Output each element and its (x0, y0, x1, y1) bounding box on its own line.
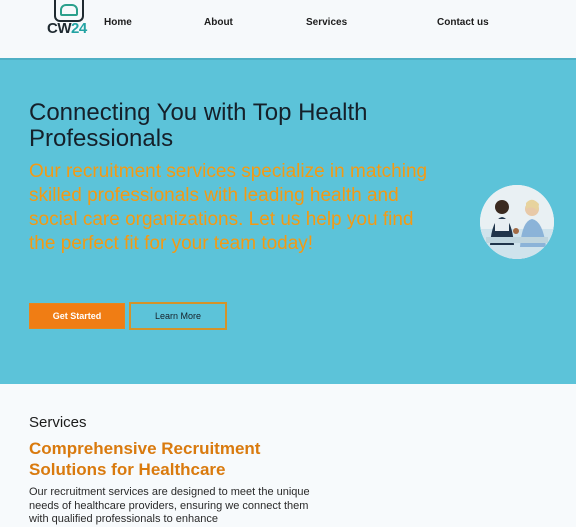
hero-section: Connecting You with Top Health Professio… (0, 58, 576, 384)
site-logo[interactable]: CW24 (46, 0, 92, 40)
hero-tagline: Our recruitment services specialize in m… (29, 161, 428, 254)
logo-mark-icon (54, 0, 84, 22)
nav-contact[interactable]: Contact us (437, 17, 489, 28)
get-started-button[interactable]: Get Started (29, 303, 125, 329)
hero-photo-caregivers (480, 185, 554, 259)
services-title: Comprehensive Recruitment Solutions for … (29, 439, 261, 479)
nav-services[interactable]: Services (306, 17, 347, 28)
logo-text-accent: 24 (71, 20, 87, 37)
logo-text: CW (47, 20, 72, 37)
nav-about[interactable]: About (204, 17, 233, 28)
services-description: Our recruitment services are designed to… (29, 486, 310, 525)
learn-more-button[interactable]: Learn More (129, 302, 227, 330)
services-section: Services Comprehensive Recruitment Solut… (0, 384, 576, 527)
top-navigation: CW24 Home About Services Contact us (0, 0, 576, 58)
hero-title: Connecting You with Top Health Professio… (29, 99, 368, 152)
services-kicker: Services (29, 414, 87, 431)
nav-home[interactable]: Home (104, 17, 132, 28)
